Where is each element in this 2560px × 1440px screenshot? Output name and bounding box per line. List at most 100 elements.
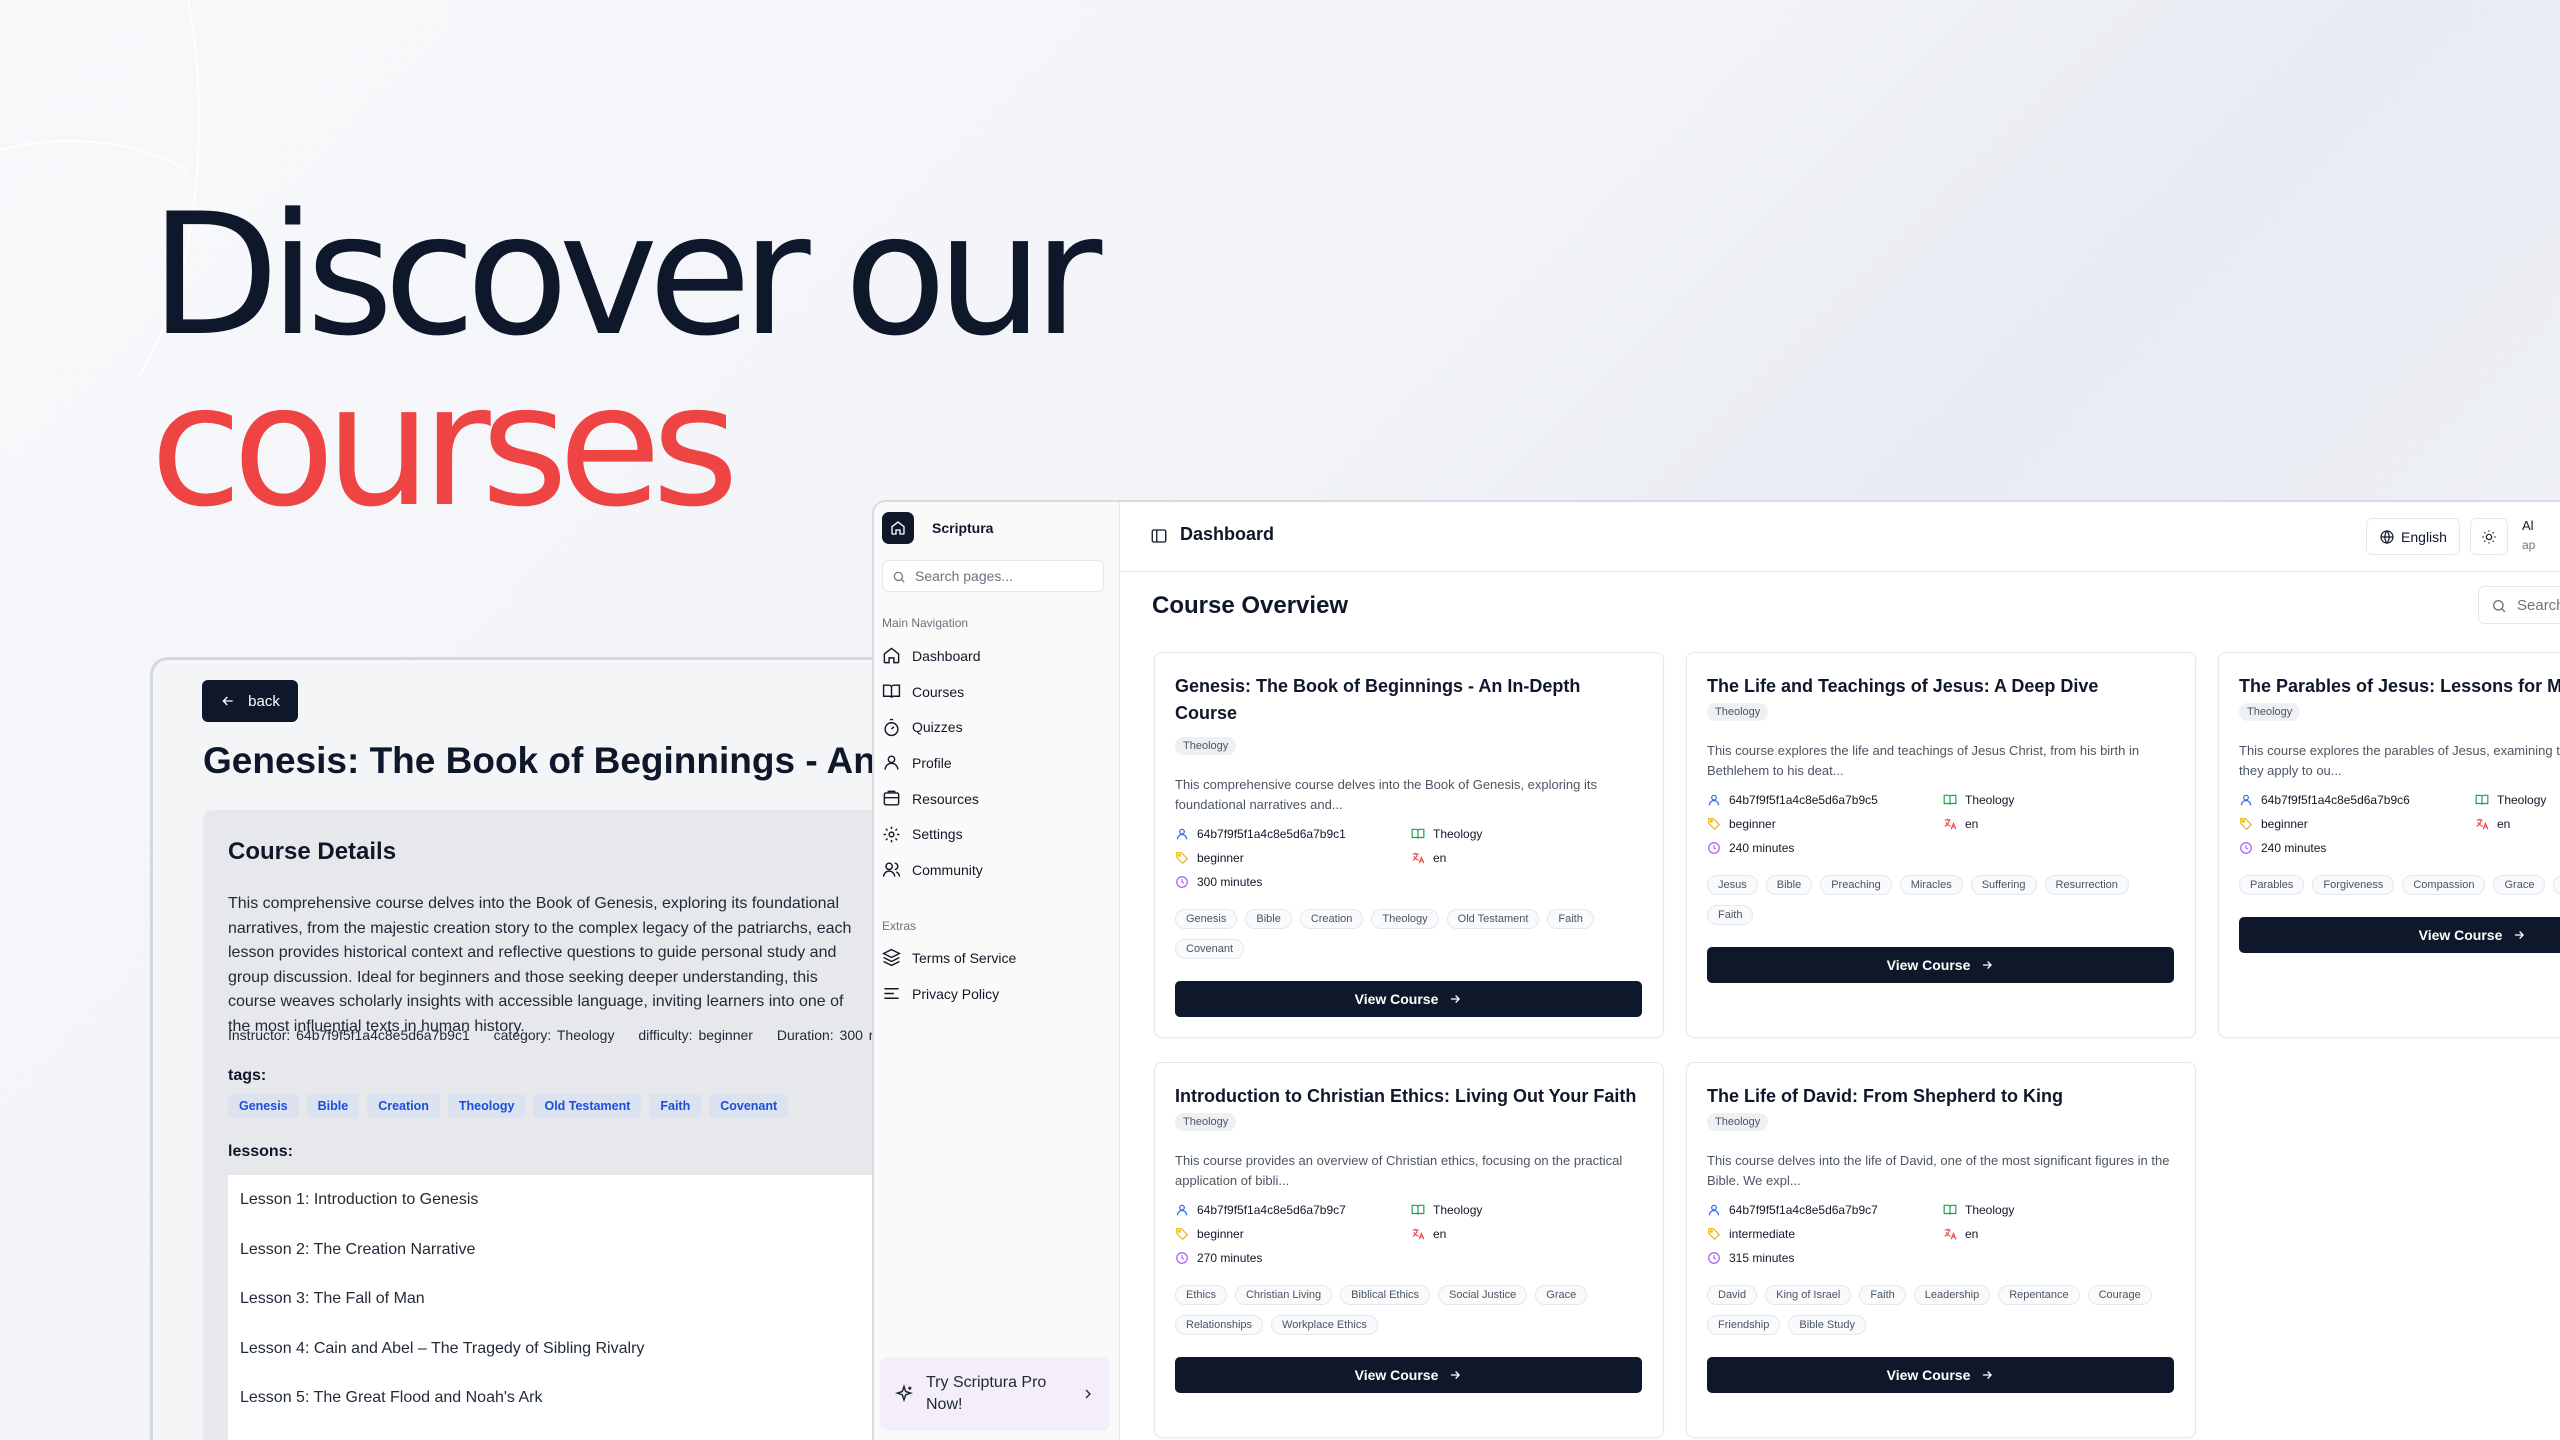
view-course-button[interactable]: View Course bbox=[2239, 917, 2560, 953]
tag[interactable]: Faith bbox=[649, 1094, 702, 1118]
nav-item-profile[interactable]: Profile bbox=[882, 745, 983, 781]
course-card-title[interactable]: The Life and Teachings of Jesus: A Deep … bbox=[1707, 673, 2177, 700]
nav-label: Privacy Policy bbox=[912, 985, 1000, 1002]
course-tag[interactable]: Resurrection bbox=[2044, 875, 2129, 895]
language-text: en bbox=[1433, 1227, 1447, 1241]
course-tag-list: Parables Forgiveness Compassion Grace Servic… bbox=[2239, 875, 2560, 895]
lesson-item[interactable]: Lesson 1: Introduction to Genesis bbox=[228, 1175, 928, 1225]
course-tag[interactable]: Genesis bbox=[1175, 909, 1238, 929]
sidebar-search-placeholder: Search pages... bbox=[915, 568, 1014, 584]
tag[interactable]: Genesis bbox=[228, 1094, 299, 1118]
course-tag[interactable]: Forgiveness bbox=[2312, 875, 2395, 895]
course-tag[interactable]: Faith bbox=[1859, 1285, 1906, 1305]
duration-fact: 240 minutes bbox=[1707, 841, 1794, 855]
course-tag[interactable]: Theology bbox=[1371, 909, 1439, 929]
user-info[interactable]: Al ap bbox=[2522, 516, 2535, 555]
language-fact: en bbox=[1411, 851, 1446, 865]
instructor-fact: 64b7f9f5f1a4c8e5d6a7b9c5 bbox=[1707, 793, 1878, 807]
instructor-fact: 64b7f9f5f1a4c8e5d6a7b9c7 bbox=[1707, 1203, 1878, 1217]
user-icon bbox=[1707, 1203, 1721, 1217]
category-text: Theology bbox=[1433, 1203, 1483, 1217]
nav-item-community[interactable]: Community bbox=[882, 852, 983, 888]
category-badge: Theology bbox=[1707, 1113, 1769, 1131]
nav-item-courses[interactable]: Courses bbox=[882, 674, 983, 710]
nav-item-dashboard[interactable]: Dashboard bbox=[882, 638, 983, 674]
view-course-button[interactable]: View Course bbox=[1175, 1357, 1642, 1393]
course-details-heading: Course Details bbox=[228, 838, 397, 865]
instructor-id: 64b7f9f5f1a4c8e5d6a7b9c1 bbox=[1197, 827, 1346, 841]
course-card-title[interactable]: The Parables of Jesus: Lessons for Moder… bbox=[2239, 673, 2560, 700]
course-tag[interactable]: King of Israel bbox=[1765, 1285, 1852, 1305]
nav-item-quizzes[interactable]: Quizzes bbox=[882, 709, 983, 745]
course-tag[interactable]: Leadership bbox=[1913, 1285, 1991, 1305]
lesson-item[interactable]: Lesson 5: The Great Flood and Noah's Ark bbox=[228, 1373, 928, 1423]
course-tag[interactable]: Faith bbox=[1707, 905, 1754, 925]
view-course-button[interactable]: View Course bbox=[1707, 1357, 2174, 1393]
course-card-title[interactable]: Introduction to Christian Ethics: Living… bbox=[1175, 1083, 1645, 1110]
course-tag[interactable]: Biblical Ethics bbox=[1340, 1285, 1431, 1305]
theme-toggle-button[interactable] bbox=[2470, 518, 2508, 555]
course-tag-list: Genesis Bible Creation Theology Old Testamen… bbox=[1175, 909, 1645, 959]
course-description: This comprehensive course delves into th… bbox=[228, 895, 852, 1035]
home-logo-icon[interactable] bbox=[882, 512, 914, 544]
sidebar-toggle-icon[interactable] bbox=[1150, 527, 1168, 545]
course-search-input[interactable]: Search bbox=[2478, 586, 2560, 624]
sidebar-search-input[interactable]: Search pages... bbox=[882, 560, 1104, 592]
course-tag[interactable]: Courage bbox=[2087, 1285, 2152, 1305]
topbar: Dashboard English Al ap bbox=[1120, 502, 2560, 572]
course-tag[interactable]: Repentance bbox=[1998, 1285, 2080, 1305]
course-tag[interactable]: Covenant bbox=[1175, 939, 1245, 959]
course-tag[interactable]: Grace bbox=[1535, 1285, 1588, 1305]
course-tag[interactable]: Bible bbox=[1765, 875, 1813, 895]
course-tag[interactable]: Bible Study bbox=[1788, 1315, 1867, 1335]
course-card-description: This course explores the life and teachi… bbox=[1707, 743, 2140, 778]
course-tag[interactable]: Faith bbox=[1547, 909, 1594, 929]
lesson-item[interactable]: Lesson 3: The Fall of Man bbox=[228, 1274, 928, 1324]
tag[interactable]: Covenant bbox=[709, 1094, 789, 1118]
course-tag[interactable]: David bbox=[1707, 1285, 1758, 1305]
course-tag[interactable]: Grace bbox=[2493, 875, 2546, 895]
lesson-item[interactable]: Lesson 2: The Creation Narrative bbox=[228, 1225, 928, 1275]
nav-item-terms[interactable]: Terms of Service bbox=[882, 940, 1016, 976]
tag[interactable]: Old Testament bbox=[533, 1094, 642, 1118]
clock-icon bbox=[2239, 841, 2253, 855]
nav-label: Resources bbox=[912, 790, 979, 807]
course-tag[interactable]: Ethics bbox=[1175, 1285, 1227, 1305]
course-card-title[interactable]: Genesis: The Book of Beginnings - An In-… bbox=[1175, 673, 1645, 727]
course-card-title[interactable]: The Life of David: From Shepherd to King bbox=[1707, 1083, 2177, 1110]
back-button[interactable]: back bbox=[202, 680, 298, 722]
course-tag[interactable]: Preaching bbox=[1820, 875, 1892, 895]
try-pro-button[interactable]: Try Scriptura Pro Now! bbox=[880, 1357, 1110, 1431]
user-icon bbox=[884, 755, 899, 771]
course-tag[interactable]: Suffering bbox=[1970, 875, 2037, 895]
view-course-button[interactable]: View Course bbox=[1707, 947, 2174, 983]
course-tag[interactable]: Service bbox=[2553, 875, 2560, 895]
language-selector[interactable]: English bbox=[2366, 518, 2460, 555]
course-tag[interactable]: Old Testament bbox=[1446, 909, 1540, 929]
course-tag[interactable]: Parables bbox=[2239, 875, 2305, 895]
course-tag[interactable]: Friendship bbox=[1707, 1315, 1781, 1335]
course-tag[interactable]: Miracles bbox=[1899, 875, 1963, 895]
nav-item-privacy[interactable]: Privacy Policy bbox=[882, 976, 1016, 1012]
duration-text: 300 minutes bbox=[1197, 875, 1263, 889]
nav-item-resources[interactable]: Resources bbox=[882, 781, 983, 817]
course-tag[interactable]: Relationships bbox=[1175, 1315, 1264, 1335]
tag[interactable]: Creation bbox=[367, 1094, 440, 1118]
view-course-button[interactable]: View Course bbox=[1175, 981, 1642, 1017]
course-tag[interactable]: Bible bbox=[1245, 909, 1292, 929]
tag[interactable]: Bible bbox=[306, 1094, 360, 1118]
lesson-item[interactable]: Lesson 6: The Tower of Babel and the Dis… bbox=[228, 1423, 928, 1440]
hero-line-1: Discover our bbox=[150, 177, 1102, 373]
course-tag[interactable]: Jesus bbox=[1707, 875, 1758, 895]
sparkles-icon bbox=[894, 1384, 914, 1403]
book-icon bbox=[1943, 793, 1957, 807]
language-fact: en bbox=[1411, 1227, 1446, 1241]
course-tag[interactable]: Workplace Ethics bbox=[1271, 1315, 1378, 1335]
course-tag[interactable]: Creation bbox=[1299, 909, 1364, 929]
course-tag[interactable]: Christian Living bbox=[1234, 1285, 1333, 1305]
tag[interactable]: Theology bbox=[447, 1094, 526, 1118]
course-tag[interactable]: Compassion bbox=[2402, 875, 2486, 895]
lesson-item[interactable]: Lesson 4: Cain and Abel – The Tragedy of… bbox=[228, 1324, 928, 1374]
course-tag[interactable]: Social Justice bbox=[1438, 1285, 1528, 1305]
nav-item-settings[interactable]: Settings bbox=[882, 816, 983, 852]
